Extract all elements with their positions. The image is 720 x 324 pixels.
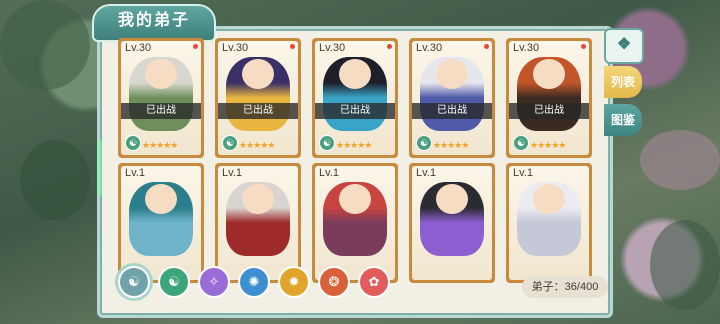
notification-dot: [581, 44, 586, 49]
element-filter-icon[interactable]: ❂: [318, 266, 350, 298]
element-badge-icon: ☯: [125, 135, 141, 151]
element-badge-icon: ☯: [319, 135, 335, 151]
level-label: Lv.1: [513, 167, 533, 179]
disciple-card[interactable]: Lv.1: [409, 163, 495, 283]
element-filter-icon[interactable]: ☯: [118, 266, 150, 298]
element-filter-icon[interactable]: ☯: [158, 266, 190, 298]
character-face: [242, 59, 274, 89]
tab-list[interactable]: 列表: [604, 66, 642, 98]
card-frame: Lv.1: [315, 166, 395, 280]
element-filter-icon[interactable]: ✿: [358, 266, 390, 298]
disciple-card[interactable]: Lv.1: [215, 163, 301, 283]
character-portrait: [226, 182, 290, 256]
background-tree: [650, 220, 720, 310]
character-face: [533, 59, 565, 89]
star-rating: ★★★★★: [433, 140, 469, 150]
element-badge-icon: ☯: [222, 135, 238, 151]
level-label: Lv.1: [319, 167, 339, 179]
disciple-card[interactable]: Lv.30 已出战 ☯ ★★★★★: [409, 38, 495, 158]
character-portrait: [323, 182, 387, 256]
notification-dot: [290, 44, 295, 49]
deployed-label: 已出战: [509, 103, 589, 119]
character-portrait: [420, 57, 484, 131]
level-label: Lv.1: [222, 167, 242, 179]
element-filter-icon[interactable]: ✺: [238, 266, 270, 298]
background-tree: [0, 0, 90, 90]
card-frame: Lv.30 已出战 ☯ ★★★★★: [218, 41, 298, 155]
notification-dot: [484, 44, 489, 49]
star-rating: ★★★★★: [336, 140, 372, 150]
character-face: [533, 184, 565, 214]
character-portrait: [420, 182, 484, 256]
deployed-label: 已出战: [315, 103, 395, 119]
notification-dot: [193, 44, 198, 49]
card-frame: Lv.30 已出战 ☯ ★★★★★: [315, 41, 395, 155]
notification-dot: [387, 44, 392, 49]
star-rating: ★★★★★: [239, 140, 275, 150]
character-portrait: [129, 57, 193, 131]
card-frame: Lv.1: [218, 166, 298, 280]
background-tree: [20, 140, 90, 220]
panel-title: 我的弟子: [92, 4, 216, 42]
deployed-label: 已出战: [121, 103, 201, 119]
background-blossom: [640, 130, 720, 190]
character-portrait: [517, 57, 581, 131]
menu-icon[interactable]: ❖: [604, 28, 644, 64]
character-portrait: [517, 182, 581, 256]
disciple-count: 弟子：36/400: [522, 276, 608, 298]
tab-guide[interactable]: 图鉴: [604, 104, 642, 136]
card-frame: Lv.30 已出战 ☯ ★★★★★: [509, 41, 589, 155]
element-filter-icon[interactable]: ✹: [278, 266, 310, 298]
disciple-card[interactable]: Lv.30 已出战 ☯ ★★★★★: [118, 38, 204, 158]
character-face: [339, 184, 371, 214]
character-portrait: [226, 57, 290, 131]
level-label: Lv.30: [416, 42, 443, 54]
card-frame: Lv.30 已出战 ☯ ★★★★★: [121, 41, 201, 155]
card-frame: Lv.1: [412, 166, 492, 280]
element-badge-icon: ☯: [513, 135, 529, 151]
card-frame: Lv.1: [509, 166, 589, 280]
disciple-card[interactable]: Lv.1: [312, 163, 398, 283]
level-label: Lv.30: [125, 42, 152, 54]
disciple-card[interactable]: Lv.30 已出战 ☯ ★★★★★: [215, 38, 301, 158]
deployed-label: 已出战: [218, 103, 298, 119]
disciple-card[interactable]: Lv.30 已出战 ☯ ★★★★★: [506, 38, 592, 158]
character-portrait: [323, 57, 387, 131]
character-portrait: [129, 182, 193, 256]
element-filter-icon[interactable]: ✧: [198, 266, 230, 298]
character-face: [145, 59, 177, 89]
card-frame: Lv.1: [121, 166, 201, 280]
star-rating: ★★★★★: [142, 140, 178, 150]
level-label: Lv.30: [222, 42, 249, 54]
character-face: [145, 184, 177, 214]
disciple-card[interactable]: Lv.30 已出战 ☯ ★★★★★: [312, 38, 398, 158]
disciple-card[interactable]: Lv.1: [118, 163, 204, 283]
character-face: [242, 184, 274, 214]
level-label: Lv.30: [513, 42, 540, 54]
character-face: [436, 59, 468, 89]
character-face: [436, 184, 468, 214]
character-face: [339, 59, 371, 89]
disciple-card[interactable]: Lv.1: [506, 163, 592, 283]
level-label: Lv.1: [125, 167, 145, 179]
level-label: Lv.1: [416, 167, 436, 179]
element-badge-icon: ☯: [416, 135, 432, 151]
scrollbar[interactable]: [97, 140, 102, 196]
star-rating: ★★★★★: [530, 140, 566, 150]
card-frame: Lv.30 已出战 ☯ ★★★★★: [412, 41, 492, 155]
level-label: Lv.30: [319, 42, 346, 54]
deployed-label: 已出战: [412, 103, 492, 119]
